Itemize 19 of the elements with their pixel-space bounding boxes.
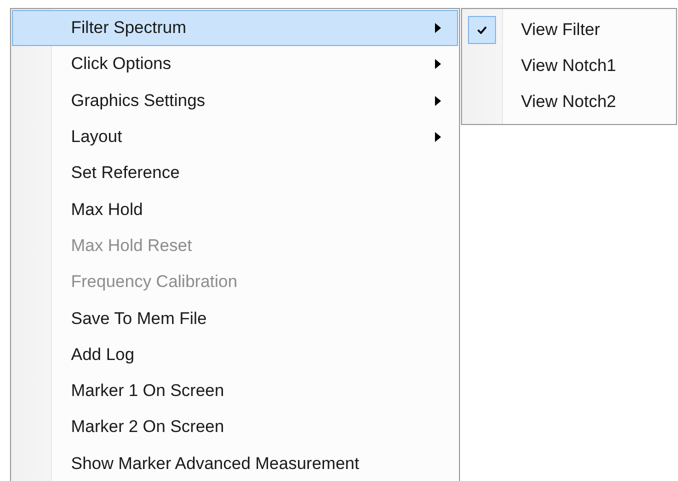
- menu-item[interactable]: Marker 2 On Screen: [12, 409, 458, 446]
- submenu-arrow-icon: [435, 59, 441, 70]
- menu-item[interactable]: Graphics Settings: [12, 82, 458, 119]
- submenu-arrow-icon: [435, 23, 441, 34]
- menu-item[interactable]: Set Reference: [12, 155, 458, 192]
- menu-item[interactable]: View Filter: [462, 12, 676, 48]
- menu-item[interactable]: Show Marker Advanced Measurement: [12, 446, 458, 481]
- checkmark-icon: [477, 26, 487, 34]
- menu-item[interactable]: Layout: [12, 118, 458, 156]
- menu-item[interactable]: Max Hold: [12, 191, 458, 228]
- menu-item[interactable]: Filter Spectrum: [12, 10, 458, 46]
- menu-item[interactable]: View Notch2: [462, 84, 676, 120]
- menu-item[interactable]: Save To Mem File: [12, 300, 458, 337]
- menu-item[interactable]: Marker 1 On Screen: [12, 372, 458, 410]
- menu-item[interactable]: View Notch1: [462, 48, 676, 84]
- menu-item[interactable]: Click Options: [12, 46, 458, 83]
- submenu-arrow-icon: [435, 132, 441, 142]
- menu-item[interactable]: Add Log: [12, 336, 458, 373]
- submenu-arrow-icon: [435, 96, 441, 106]
